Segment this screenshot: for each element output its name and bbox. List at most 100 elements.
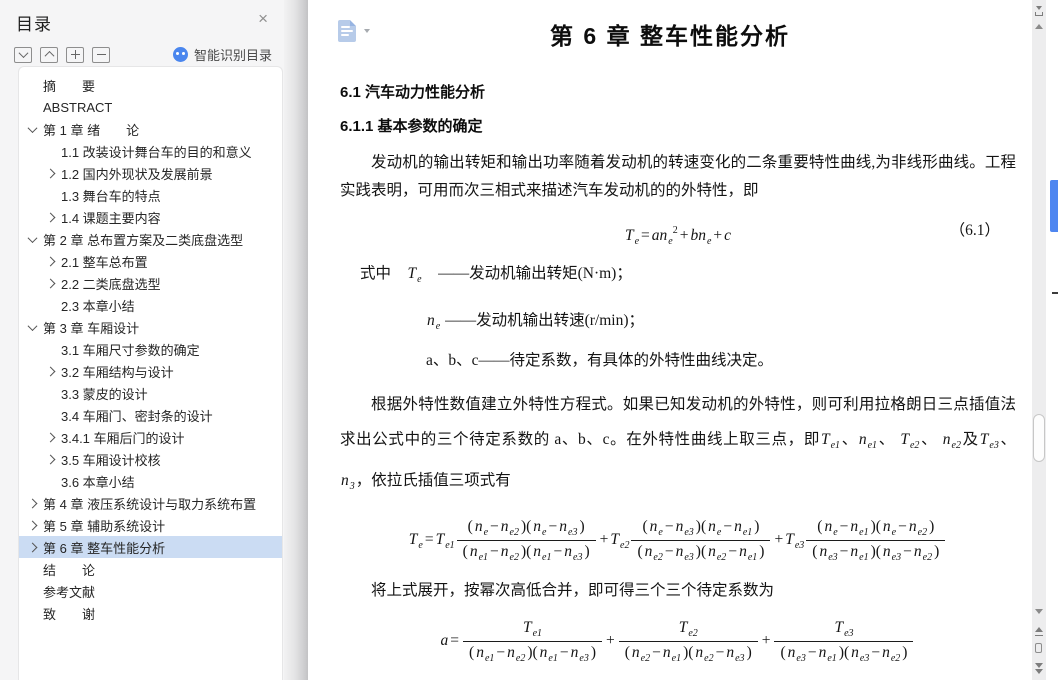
document-content: 6.1 汽车动力性能分析 6.1.1 基本参数的确定 发动机的输出转矩和输出功率… xyxy=(340,81,1016,680)
toc-item-label: 1.1 改装设计舞台车的目的和意义 xyxy=(61,144,252,160)
toc-item[interactable]: 摘 要 xyxy=(19,74,282,96)
page-fit-button[interactable] xyxy=(1035,643,1042,653)
toc-item[interactable]: 致 谢 xyxy=(19,602,282,624)
side-panel-handle[interactable] xyxy=(1050,180,1058,232)
toc-item[interactable]: 3.1 车厢尺寸参数的确定 xyxy=(19,338,282,360)
paragraph-intro: 发动机的输出转矩和输出功率随着发动机的转速变化的二条重要特性曲线,为非线形曲线。… xyxy=(340,154,1016,199)
equation-a-row: a = Te1(ne1− ne2)(ne1− ne3) + Te2(ne2− ne1)(ne2… xyxy=(340,618,1016,665)
annotation-marker xyxy=(1052,292,1058,294)
expand-all-button[interactable] xyxy=(66,46,84,63)
chevron-right-icon[interactable] xyxy=(27,520,43,530)
toc-tool-group xyxy=(14,46,110,63)
toc-item-label: 3.4 车厢门、密封条的设计 xyxy=(61,408,213,424)
scroll-up-arrow[interactable] xyxy=(1035,24,1043,29)
smart-toc-button[interactable]: 智能识别目录 xyxy=(172,45,272,64)
toc-item-label: 3.3 蒙皮的设计 xyxy=(61,386,148,402)
chevron-right-icon[interactable] xyxy=(27,498,43,508)
chevron-right-icon[interactable] xyxy=(45,168,61,178)
toc-item-label: 2.3 本章小结 xyxy=(61,298,135,314)
toc-title: 目录 xyxy=(16,15,52,34)
toc-item[interactable]: 3.2 车厢结构与设计 xyxy=(19,360,282,382)
collapse-all-button[interactable] xyxy=(92,46,110,63)
chevron-right-icon[interactable] xyxy=(45,366,61,376)
toc-item-label: ABSTRACT xyxy=(43,99,113,115)
toc-item-label: 1.3 舞台车的特点 xyxy=(61,188,161,204)
document-page: 第 6 章 整车性能分析 6.1 汽车动力性能分析 6.1.1 基本参数的确定 … xyxy=(308,0,1032,680)
equation-6-1: Te = ane2 + bne + c xyxy=(624,225,732,247)
toc-item[interactable]: 2.1 整车总布置 xyxy=(19,250,282,272)
toc-item-label: 3.6 本章小结 xyxy=(61,474,135,490)
expand-next-level-button[interactable] xyxy=(14,46,32,63)
toc-item[interactable]: 3.5 车厢设计校核 xyxy=(19,448,282,470)
toc-item[interactable]: 1.3 舞台车的特点 xyxy=(19,184,282,206)
equation-number: （6.1） xyxy=(949,222,1000,239)
chevron-up-icon xyxy=(44,50,54,61)
toc-item-label: 3.4.1 车厢后门的设计 xyxy=(61,430,185,446)
collapse-level-button[interactable] xyxy=(40,46,58,63)
definition-line-te: 式中 Te ——发动机输出转矩(N·m)； xyxy=(360,265,632,285)
chevron-right-icon[interactable] xyxy=(45,212,61,222)
plus-icon xyxy=(70,50,80,59)
chevron-down-icon[interactable] xyxy=(27,320,43,331)
toc-item[interactable]: 第 2 章 总布置方案及二类底盘选型 xyxy=(19,228,282,250)
note-icon xyxy=(338,20,356,42)
scrollbar-thumb[interactable] xyxy=(1033,414,1045,462)
toc-item-label: 第 2 章 总布置方案及二类底盘选型 xyxy=(43,232,244,248)
minus-icon xyxy=(96,50,106,59)
close-icon[interactable]: × xyxy=(258,10,268,27)
chevron-right-icon[interactable] xyxy=(45,256,61,266)
toc-item[interactable]: 1.2 国内外现状及发展前景 xyxy=(19,162,282,184)
toc-item-label: 致 谢 xyxy=(43,606,96,622)
toc-item[interactable]: 结 论 xyxy=(19,558,282,580)
previous-page-button[interactable] xyxy=(1035,627,1043,636)
toc-item[interactable]: 3.4.1 车厢后门的设计 xyxy=(19,426,282,448)
paragraph-expand: 将上式展开，按幂次高低合并，即可得三个三个待定系数为 xyxy=(371,582,775,599)
vertical-scrollbar[interactable] xyxy=(1032,0,1046,680)
sidebar-resize-handle[interactable] xyxy=(284,0,308,680)
chevron-right-icon[interactable] xyxy=(45,278,61,288)
equation-6-1-row: Te = ane2 + bne + c （6.1） xyxy=(340,216,1016,247)
smart-toc-icon xyxy=(172,47,188,62)
toc-item[interactable]: 第 5 章 辅助系统设计 xyxy=(19,514,282,536)
toc-item-label: 2.1 整车总布置 xyxy=(61,254,148,270)
toc-item-label: 第 5 章 辅助系统设计 xyxy=(43,518,166,534)
toc-item[interactable]: 1.4 课题主要内容 xyxy=(19,206,282,228)
toc-item[interactable]: 第 1 章 绪 论 xyxy=(19,118,282,140)
chevron-right-icon[interactable] xyxy=(45,432,61,442)
toc-item[interactable]: 1.1 改装设计舞台车的目的和意义 xyxy=(19,140,282,162)
annotation-button[interactable] xyxy=(338,20,370,42)
toc-item-label: 3.1 车厢尺寸参数的确定 xyxy=(61,342,200,358)
toc-tree: 摘 要 ABSTRACT 第 1 章 绪 论 1.1 改装设计舞台车的目的和意义 1.2… xyxy=(18,66,283,680)
toc-item[interactable]: 第 4 章 液压系统设计与取力系统布置 xyxy=(19,492,282,514)
toc-header: 目录 × xyxy=(0,0,284,35)
paragraph-lagrange: 根据外特性数值建立外特性方程式。如果已知发动机的外特性，则可利用拉格朗日三点插值… xyxy=(340,396,1016,492)
toc-item[interactable]: 3.4 车厢门、密封条的设计 xyxy=(19,404,282,426)
equation-a: a = Te1(ne1− ne2)(ne1− ne3) + Te2(ne2− ne1)(ne2… xyxy=(441,618,916,665)
next-page-button[interactable] xyxy=(1035,663,1043,674)
toc-item[interactable]: 3.6 本章小结 xyxy=(19,470,282,492)
toc-item-label: 3.5 车厢设计校核 xyxy=(61,452,161,468)
toc-item-label: 第 3 章 车厢设计 xyxy=(43,320,140,336)
scroll-to-top-button[interactable] xyxy=(1035,6,1043,16)
definition-line-abc: a、b、c——待定系数，有具体的外特性曲线决定。 xyxy=(426,352,774,369)
chevron-down-icon xyxy=(18,48,28,59)
caret-down-icon xyxy=(364,29,370,33)
toc-item[interactable]: 3.3 蒙皮的设计 xyxy=(19,382,282,404)
toc-item-selected[interactable]: 第 6 章 整车性能分析 xyxy=(19,536,282,558)
subsection-heading: 6.1.1 基本参数的确定 xyxy=(340,118,483,135)
chevron-down-icon[interactable] xyxy=(27,122,43,133)
chapter-title: 第 6 章 整车性能分析 xyxy=(550,23,790,49)
toc-item-label: 1.4 课题主要内容 xyxy=(61,210,161,226)
toc-item[interactable]: 第 3 章 车厢设计 xyxy=(19,316,282,338)
definition-line-ne: ne ——发动机输出转速(r/min)； xyxy=(427,312,644,332)
toc-item[interactable]: ABSTRACT xyxy=(19,96,282,118)
chevron-right-icon[interactable] xyxy=(45,454,61,464)
toc-item[interactable]: 参考文献 xyxy=(19,580,282,602)
toc-item[interactable]: 2.3 本章小结 xyxy=(19,294,282,316)
chevron-right-icon[interactable] xyxy=(27,542,43,552)
scroll-down-arrow[interactable] xyxy=(1035,609,1043,614)
toc-item-label: 结 论 xyxy=(43,562,96,578)
chevron-down-icon[interactable] xyxy=(27,232,43,243)
equation-te: Te = Te1(ne − ne2)(ne − ne3)(ne1− ne2)(ne1− ne3)… xyxy=(409,517,948,564)
toc-item[interactable]: 2.2 二类底盘选型 xyxy=(19,272,282,294)
